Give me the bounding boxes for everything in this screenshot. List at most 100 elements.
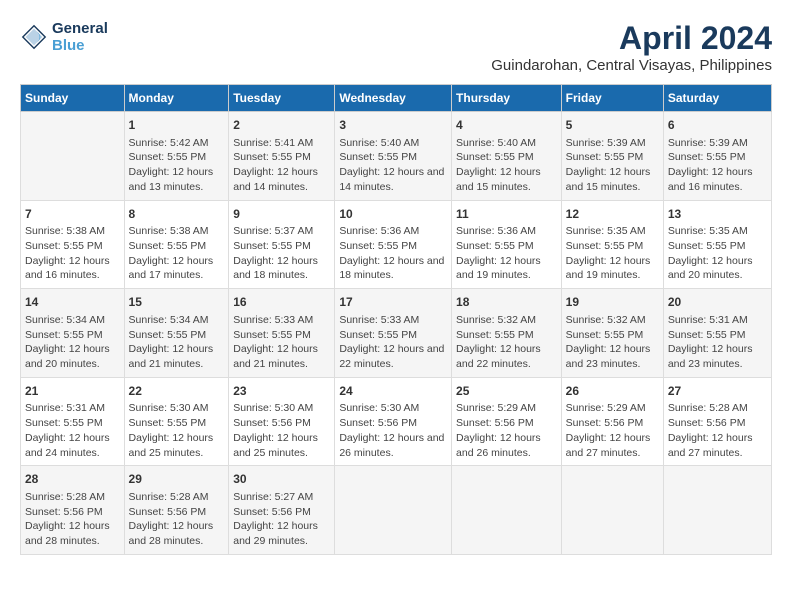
day-info: Sunrise: 5:29 AMSunset: 5:56 PMDaylight:…: [566, 401, 659, 460]
day-info: Sunrise: 5:31 AMSunset: 5:55 PMDaylight:…: [668, 313, 767, 372]
subtitle: Guindarohan, Central Visayas, Philippine…: [491, 57, 772, 74]
day-info: Sunrise: 5:36 AMSunset: 5:55 PMDaylight:…: [339, 224, 447, 283]
calendar-cell: 9Sunrise: 5:37 AMSunset: 5:55 PMDaylight…: [229, 200, 335, 289]
calendar-cell: 2 Sunrise: 5:41 AMSunset: 5:55 PMDaylight…: [229, 112, 335, 201]
day-number: 8: [129, 206, 225, 223]
header-monday: Monday: [124, 85, 229, 112]
day-info: Sunrise: 5:42 AMSunset: 5:55 PMDaylight:…: [129, 136, 225, 195]
day-info: Sunrise: 5:33 AMSunset: 5:55 PMDaylight:…: [339, 313, 447, 372]
day-info: Sunrise: 5:32 AMSunset: 5:55 PMDaylight:…: [566, 313, 659, 372]
day-number: 15: [129, 294, 225, 311]
calendar-cell: 1 Sunrise: 5:42 AMSunset: 5:55 PMDaylight…: [124, 112, 229, 201]
calendar-cell: 12Sunrise: 5:35 AMSunset: 5:55 PMDayligh…: [561, 200, 663, 289]
day-number: 22: [129, 383, 225, 400]
header-sunday: Sunday: [21, 85, 125, 112]
day-info: Sunrise: 5:35 AMSunset: 5:55 PMDaylight:…: [668, 224, 767, 283]
day-number: 2: [233, 117, 330, 134]
calendar-cell: 18 Sunrise: 5:32 AMSunset: 5:55 PMDayligh…: [452, 289, 562, 378]
calendar-cell: 16 Sunrise: 5:33 AMSunset: 5:55 PMDayligh…: [229, 289, 335, 378]
day-number: 24: [339, 383, 447, 400]
day-info: Sunrise: 5:39 AMSunset: 5:55 PMDaylight:…: [668, 136, 767, 195]
day-info: Sunrise: 5:28 AMSunset: 5:56 PMDaylight:…: [129, 490, 225, 549]
calendar-cell: 4Sunrise: 5:40 AMSunset: 5:55 PMDaylight…: [452, 112, 562, 201]
day-number: 18: [456, 294, 557, 311]
day-info: Sunrise: 5:34 AMSunset: 5:55 PMDaylight:…: [25, 313, 120, 372]
calendar-cell: 15 Sunrise: 5:34 AMSunset: 5:55 PMDayligh…: [124, 289, 229, 378]
calendar-cell: 19Sunrise: 5:32 AMSunset: 5:55 PMDayligh…: [561, 289, 663, 378]
day-info: Sunrise: 5:32 AMSunset: 5:55 PMDaylight:…: [456, 313, 557, 372]
day-info: Sunrise: 5:30 AMSunset: 5:55 PMDaylight:…: [129, 401, 225, 460]
calendar-cell: 10Sunrise: 5:36 AMSunset: 5:55 PMDayligh…: [335, 200, 452, 289]
day-number: 16: [233, 294, 330, 311]
day-number: 26: [566, 383, 659, 400]
main-title: April 2024: [491, 20, 772, 57]
calendar-cell: 6Sunrise: 5:39 AMSunset: 5:55 PMDaylight…: [663, 112, 771, 201]
logo-icon: [20, 23, 48, 51]
day-number: 10: [339, 206, 447, 223]
calendar-cell: 22Sunrise: 5:30 AMSunset: 5:55 PMDayligh…: [124, 377, 229, 466]
header-wednesday: Wednesday: [335, 85, 452, 112]
calendar-cell: 25Sunrise: 5:29 AMSunset: 5:56 PMDayligh…: [452, 377, 562, 466]
day-info: Sunrise: 5:38 AMSunset: 5:55 PMDaylight:…: [25, 224, 120, 283]
day-number: 20: [668, 294, 767, 311]
header-thursday: Thursday: [452, 85, 562, 112]
calendar-table: SundayMondayTuesdayWednesdayThursdayFrid…: [20, 84, 772, 555]
day-info: Sunrise: 5:40 AMSunset: 5:55 PMDaylight:…: [456, 136, 557, 195]
day-number: 23: [233, 383, 330, 400]
header-tuesday: Tuesday: [229, 85, 335, 112]
calendar-week-row: 14 Sunrise: 5:34 AMSunset: 5:55 PMDayligh…: [21, 289, 772, 378]
day-info: Sunrise: 5:41 AMSunset: 5:55 PMDaylight:…: [233, 136, 330, 195]
calendar-cell: 7Sunrise: 5:38 AMSunset: 5:55 PMDaylight…: [21, 200, 125, 289]
calendar-week-row: 1 Sunrise: 5:42 AMSunset: 5:55 PMDaylight…: [21, 112, 772, 201]
calendar-cell: [21, 112, 125, 201]
calendar-cell: 24Sunrise: 5:30 AMSunset: 5:56 PMDayligh…: [335, 377, 452, 466]
day-info: Sunrise: 5:38 AMSunset: 5:55 PMDaylight:…: [129, 224, 225, 283]
day-info: Sunrise: 5:29 AMSunset: 5:56 PMDaylight:…: [456, 401, 557, 460]
day-number: 28: [25, 471, 120, 488]
day-number: 29: [129, 471, 225, 488]
logo-text: General Blue: [52, 20, 108, 54]
calendar-header-row: SundayMondayTuesdayWednesdayThursdayFrid…: [21, 85, 772, 112]
calendar-cell: 8Sunrise: 5:38 AMSunset: 5:55 PMDaylight…: [124, 200, 229, 289]
calendar-cell: 26Sunrise: 5:29 AMSunset: 5:56 PMDayligh…: [561, 377, 663, 466]
page-header: General Blue April 2024 Guindarohan, Cen…: [20, 20, 772, 74]
day-number: 3: [339, 117, 447, 134]
calendar-cell: 14 Sunrise: 5:34 AMSunset: 5:55 PMDayligh…: [21, 289, 125, 378]
calendar-cell: 29 Sunrise: 5:28 AMSunset: 5:56 PMDayligh…: [124, 466, 229, 555]
calendar-cell: 28 Sunrise: 5:28 AMSunset: 5:56 PMDayligh…: [21, 466, 125, 555]
calendar-cell: [663, 466, 771, 555]
day-number: 12: [566, 206, 659, 223]
day-info: Sunrise: 5:40 AMSunset: 5:55 PMDaylight:…: [339, 136, 447, 195]
calendar-cell: 21Sunrise: 5:31 AMSunset: 5:55 PMDayligh…: [21, 377, 125, 466]
calendar-cell: 30Sunrise: 5:27 AMSunset: 5:56 PMDayligh…: [229, 466, 335, 555]
day-number: 7: [25, 206, 120, 223]
calendar-cell: 17 Sunrise: 5:33 AMSunset: 5:55 PMDayligh…: [335, 289, 452, 378]
calendar-cell: 20 Sunrise: 5:31 AMSunset: 5:55 PMDayligh…: [663, 289, 771, 378]
calendar-cell: 27Sunrise: 5:28 AMSunset: 5:56 PMDayligh…: [663, 377, 771, 466]
logo: General Blue: [20, 20, 108, 54]
header-saturday: Saturday: [663, 85, 771, 112]
calendar-cell: 5Sunrise: 5:39 AMSunset: 5:55 PMDaylight…: [561, 112, 663, 201]
day-info: Sunrise: 5:33 AMSunset: 5:55 PMDaylight:…: [233, 313, 330, 372]
day-number: 25: [456, 383, 557, 400]
calendar-week-row: 21Sunrise: 5:31 AMSunset: 5:55 PMDayligh…: [21, 377, 772, 466]
day-number: 1: [129, 117, 225, 134]
day-number: 30: [233, 471, 330, 488]
header-friday: Friday: [561, 85, 663, 112]
day-number: 14: [25, 294, 120, 311]
calendar-cell: [452, 466, 562, 555]
day-number: 13: [668, 206, 767, 223]
day-number: 21: [25, 383, 120, 400]
day-number: 17: [339, 294, 447, 311]
calendar-cell: 23Sunrise: 5:30 AMSunset: 5:56 PMDayligh…: [229, 377, 335, 466]
day-info: Sunrise: 5:28 AMSunset: 5:56 PMDaylight:…: [25, 490, 120, 549]
day-info: Sunrise: 5:34 AMSunset: 5:55 PMDaylight:…: [129, 313, 225, 372]
calendar-cell: 13Sunrise: 5:35 AMSunset: 5:55 PMDayligh…: [663, 200, 771, 289]
day-number: 11: [456, 206, 557, 223]
day-info: Sunrise: 5:28 AMSunset: 5:56 PMDaylight:…: [668, 401, 767, 460]
day-info: Sunrise: 5:39 AMSunset: 5:55 PMDaylight:…: [566, 136, 659, 195]
day-info: Sunrise: 5:37 AMSunset: 5:55 PMDaylight:…: [233, 224, 330, 283]
day-info: Sunrise: 5:31 AMSunset: 5:55 PMDaylight:…: [25, 401, 120, 460]
calendar-cell: 3 Sunrise: 5:40 AMSunset: 5:55 PMDaylight…: [335, 112, 452, 201]
calendar-week-row: 7Sunrise: 5:38 AMSunset: 5:55 PMDaylight…: [21, 200, 772, 289]
